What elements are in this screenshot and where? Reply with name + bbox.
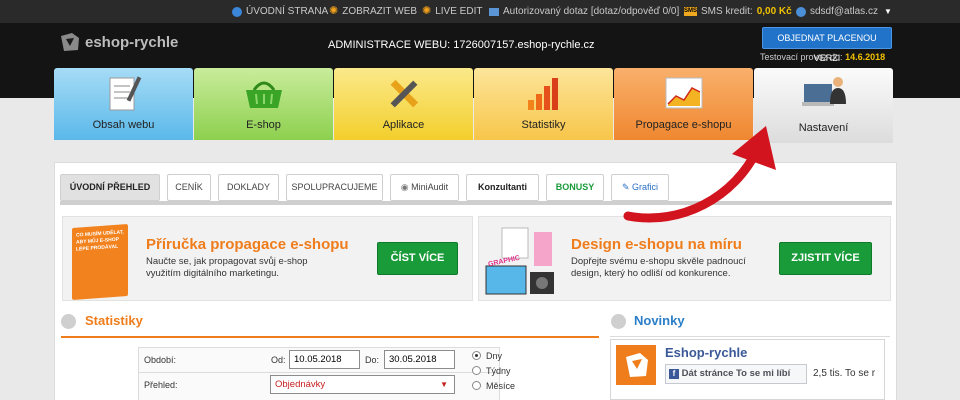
sun-icon: ✺ xyxy=(422,5,432,17)
promo-guide-text: Naučte se, jak propagovat svůj e-shop vy… xyxy=(146,256,308,279)
tab-pricelist[interactable]: CENÍK xyxy=(167,174,211,201)
order-paid-version-button[interactable]: OBJEDNAT PLACENOU VERZI xyxy=(762,27,892,63)
book-title: CO MUSÍM UDĚLAT, ABY MŮJ E-SHOP LÉPE PRO… xyxy=(76,229,124,253)
stats-title: Statistiky xyxy=(85,313,143,328)
facebook-page-name[interactable]: Eshop-rychle xyxy=(665,345,747,360)
logo-icon xyxy=(626,353,648,377)
home-link[interactable]: ÚVODNÍ STRANA xyxy=(232,0,328,23)
top-bar: ÚVODNÍ STRANA ✺ ZOBRAZIT WEB ✺ LIVE EDIT A… xyxy=(0,0,960,23)
radio-months[interactable] xyxy=(472,381,481,390)
tile-eshop[interactable]: E-shop xyxy=(194,68,333,140)
monitor-icon xyxy=(489,7,499,16)
logo[interactable]: eshop-rychle xyxy=(58,30,178,54)
radio-days-label: Dny xyxy=(486,351,503,361)
user-email: sdsdf@atlas.cz xyxy=(810,6,878,17)
date-from-input[interactable]: 10.05.2018 xyxy=(289,350,360,369)
live-edit-label: LIVE EDIT xyxy=(435,6,483,17)
tile-stats[interactable]: Statistiky xyxy=(474,68,613,140)
overview-select[interactable]: Objednávky ▼ xyxy=(270,375,455,394)
promo-design-title: Design e-shopu na míru xyxy=(571,236,742,253)
bar-chart-icon xyxy=(527,78,558,110)
user-icon xyxy=(796,6,806,17)
red-arrow-annotation xyxy=(623,126,776,223)
query-link[interactable]: Autorizovaný dotaz [dotaz/odpověď 0/0] xyxy=(489,0,679,23)
trial-date: 14.6.2018 xyxy=(845,52,886,62)
page: { "topbar":{"home":"ÚVODNÍ STRANA","view… xyxy=(0,0,960,400)
promo-design-text: Dopřejte svému e-shopu skvěle padnoucí d… xyxy=(571,256,746,279)
chevron-down-icon: ▼ xyxy=(883,7,892,16)
sms-value: 0,00 Kč xyxy=(756,6,792,17)
tile-content-label: Obsah webu xyxy=(92,119,155,131)
like-button-label: Dát stránce To se mi líbí xyxy=(681,368,791,379)
overview-select-value: Objednávky xyxy=(275,379,326,390)
news-collapse-icon[interactable] xyxy=(611,314,626,329)
document-icon xyxy=(109,76,141,111)
tab-overview[interactable]: ÚVODNÍ PŘEHLED xyxy=(60,174,160,201)
sms-icon: SMS xyxy=(684,7,698,16)
basket-icon xyxy=(245,81,282,108)
radio-days[interactable] xyxy=(472,351,481,360)
date-to-input[interactable]: 30.05.2018 xyxy=(384,350,455,369)
logo-icon xyxy=(61,33,79,51)
eye-icon: ◉ xyxy=(400,182,409,192)
news-title: Novinky xyxy=(634,313,685,328)
trial-info: Testovací provoz do: 14.6.2018 xyxy=(760,52,885,62)
computer-user-icon xyxy=(801,77,846,106)
query-label: Autorizovaný dotaz [dotaz/odpověď 0/0] xyxy=(503,6,680,17)
info-icon xyxy=(232,6,242,17)
live-edit-link[interactable]: ✺ LIVE EDIT xyxy=(422,0,482,23)
facebook-page-avatar xyxy=(616,345,656,385)
sms-label: SMS kredit: xyxy=(701,6,753,17)
from-label: Od: xyxy=(271,355,286,365)
stats-divider xyxy=(61,336,599,338)
tab-cooperation[interactable]: SPOLUPRACUJEME xyxy=(286,174,383,201)
design-graphic-image: GRAPHIC xyxy=(482,222,560,298)
tools-icon xyxy=(390,79,418,108)
radio-months-label: Měsíce xyxy=(486,381,516,391)
tile-stats-label: Statistiky xyxy=(521,119,566,131)
tab-bonuses[interactable]: BONUSY xyxy=(546,174,604,201)
sun-icon: ✺ xyxy=(329,5,339,17)
logo-text: eshop-rychle xyxy=(85,33,179,51)
view-web-label: ZOBRAZIT WEB xyxy=(342,6,418,17)
radio-days-dot xyxy=(475,354,478,357)
radio-weeks-label: Týdny xyxy=(486,366,511,376)
tile-eshop-label: E-shop xyxy=(246,119,281,131)
admin-title: ADMINISTRACE WEBU: 1726007157.eshop-rych… xyxy=(328,39,595,51)
tab-documents[interactable]: DOKLADY xyxy=(218,174,279,201)
promo-guide-title: Příručka propagace e-shopu xyxy=(146,236,349,253)
tile-apps[interactable]: Aplikace xyxy=(334,68,473,140)
form-row-divider xyxy=(138,372,500,373)
tile-apps-label: Aplikace xyxy=(382,119,425,131)
news-divider xyxy=(610,336,890,337)
sms-credit[interactable]: SMS SMS kredit: 0,00 Kč xyxy=(684,0,792,23)
trial-label: Testovací provoz do: xyxy=(760,52,843,62)
period-label: Období: xyxy=(144,355,177,365)
tab-consultants[interactable]: Konzultanti xyxy=(466,174,539,201)
radio-weeks[interactable] xyxy=(472,366,481,375)
like-count: 2,5 tis. To se r xyxy=(813,368,876,379)
overview-label: Přehled: xyxy=(144,380,178,390)
read-more-button[interactable]: ČÍST VÍCE xyxy=(377,242,458,275)
guide-book-image: CO MUSÍM UDĚLAT, ABY MŮJ E-SHOP LÉPE PRO… xyxy=(72,224,128,300)
tile-content[interactable]: Obsah webu xyxy=(54,68,193,140)
view-web-link[interactable]: ✺ ZOBRAZIT WEB xyxy=(329,0,417,23)
facebook-icon: f xyxy=(669,369,679,379)
to-label: Do: xyxy=(365,355,380,365)
facebook-like-button[interactable]: f Dát stránce To se mi líbí xyxy=(665,364,807,384)
tab-miniaudit-label: MiniAudit xyxy=(411,182,449,192)
line-chart-icon xyxy=(665,77,702,109)
chevron-down-icon: ▼ xyxy=(440,380,448,389)
home-link-label: ÚVODNÍ STRANA xyxy=(246,6,329,17)
stats-collapse-icon[interactable] xyxy=(61,314,76,329)
user-menu[interactable]: sdsdf@atlas.cz ▼ xyxy=(796,0,892,23)
tab-miniaudit[interactable]: ◉ MiniAudit xyxy=(390,174,459,201)
find-out-more-button[interactable]: ZJISTIT VÍCE xyxy=(779,242,872,275)
